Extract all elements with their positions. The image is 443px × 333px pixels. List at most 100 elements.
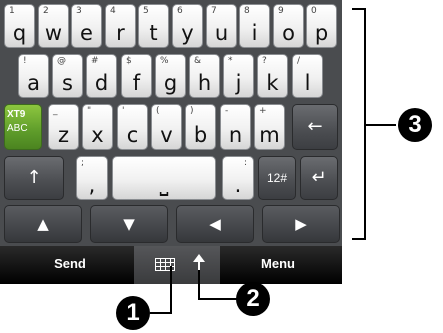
key-z[interactable]: _ z: [48, 104, 79, 150]
key-letter-label: y: [181, 21, 194, 45]
key-letter-label: l: [304, 71, 311, 95]
callout-1-vertical: [170, 266, 172, 314]
shift-key[interactable]: ↑: [4, 156, 64, 200]
arrow-left-key[interactable]: ◀: [176, 205, 254, 243]
key-a[interactable]: ! a: [18, 54, 49, 98]
period-label: .: [234, 173, 242, 197]
key-letter-label: w: [44, 21, 63, 45]
callout-1: 1: [116, 296, 150, 330]
number-toggle-key[interactable]: 12#: [258, 156, 296, 200]
comma-label: ,: [88, 173, 96, 197]
key-letter-label: f: [132, 71, 141, 95]
on-screen-keyboard: 1 q 2 w 3 e 4 r 5 t 6 y 7 u 8 i 9 o 0 p! a @ s # d $ f% g & h * j? k / l XT…: [0, 0, 342, 246]
key-c[interactable]: ' c: [117, 104, 148, 150]
key-letter-label: u: [214, 21, 229, 45]
space-icon: ⎵: [159, 172, 169, 197]
key-letter-label: v: [160, 123, 173, 147]
colon-period-key[interactable]: :.: [222, 156, 254, 200]
key-s[interactable]: @ s: [52, 54, 83, 98]
key-letter-label: m: [259, 123, 280, 147]
key-letter-label: q: [12, 21, 27, 45]
key-number-label: 2: [43, 6, 49, 16]
bracket-connector: [366, 124, 396, 126]
colon-label: :: [243, 158, 247, 168]
key-symbol-label: %: [160, 56, 169, 66]
key-letter-label: r: [116, 21, 125, 45]
key-symbol-label: !: [23, 56, 27, 66]
key-q[interactable]: 1q: [4, 4, 35, 48]
key-letter-label: e: [80, 21, 93, 45]
arrow-down-key[interactable]: ▼: [90, 205, 168, 243]
semicolon-comma-key[interactable]: ;,: [76, 156, 108, 200]
key-letter-label: d: [94, 71, 109, 95]
key-letter-label: c: [126, 123, 139, 147]
arrow-up-icon: ▲: [37, 215, 49, 233]
keyboard-icon[interactable]: [155, 258, 175, 271]
key-u[interactable]: 7u: [206, 4, 237, 48]
key-symbol-label: /: [297, 56, 301, 66]
key-h[interactable]: & h: [189, 54, 220, 98]
key-symbol-label: _: [53, 106, 58, 116]
space-key[interactable]: ⎵: [112, 156, 216, 200]
xt9-label: XT9: [7, 109, 26, 120]
key-f[interactable]: $ f: [121, 54, 152, 98]
key-m[interactable]: + m: [254, 104, 285, 150]
key-g[interactable]: % g: [155, 54, 186, 98]
key-number-label: 1: [9, 6, 15, 16]
key-symbol-label: +: [259, 106, 267, 116]
key-symbol-label: *: [228, 56, 233, 66]
key-number-label: 4: [110, 6, 116, 16]
key-number-label: 8: [244, 6, 250, 16]
key-number-label: 5: [143, 6, 149, 16]
key-j[interactable]: * j: [223, 54, 254, 98]
enter-key[interactable]: ↵: [300, 156, 338, 200]
input-panel-area: [134, 246, 220, 284]
key-y[interactable]: 6y: [172, 4, 203, 48]
key-o[interactable]: 9o: [273, 4, 304, 48]
key-k[interactable]: ? k: [257, 54, 288, 98]
shift-icon: ↑: [26, 167, 42, 188]
enter-icon: ↵: [311, 167, 327, 188]
callout-2: 2: [236, 282, 270, 316]
key-symbol-label: @: [57, 56, 66, 66]
callout-2-vertical: [198, 270, 200, 300]
bracket-bottom: [352, 238, 366, 240]
key-letter-label: a: [27, 71, 40, 95]
key-symbol-label: $: [126, 56, 132, 66]
abc-label: ABC: [7, 123, 28, 134]
key-i[interactable]: 8i: [239, 4, 270, 48]
key-symbol-label: &: [194, 56, 202, 66]
key-b[interactable]: ) b: [185, 104, 216, 150]
callout-2-horizontal: [198, 298, 238, 300]
key-letter-label: t: [149, 21, 158, 45]
key-x[interactable]: " x: [82, 104, 113, 150]
key-number-label: 6: [177, 6, 183, 16]
key-l[interactable]: / l: [292, 54, 323, 98]
key-letter-label: b: [193, 123, 208, 147]
key-symbol-label: -: [225, 106, 229, 116]
key-v[interactable]: (v: [151, 104, 182, 150]
key-number-label: 7: [211, 6, 217, 16]
key-t[interactable]: 5t: [138, 4, 169, 48]
send-softkey[interactable]: Send: [40, 256, 100, 271]
key-letter-label: j: [235, 71, 242, 95]
callout-1-horizontal: [150, 312, 172, 314]
key-r[interactable]: 4r: [105, 4, 136, 48]
key-symbol-label: #: [91, 56, 99, 66]
key-letter-label: x: [91, 123, 104, 147]
key-d[interactable]: # d: [86, 54, 117, 98]
arrow-right-icon: ▶: [295, 215, 307, 233]
key-e[interactable]: 3e: [71, 4, 102, 48]
key-w[interactable]: 2w: [38, 4, 69, 48]
arrow-up-key[interactable]: ▲: [4, 205, 82, 243]
key-p[interactable]: 0p: [306, 4, 337, 48]
menu-softkey[interactable]: Menu: [248, 256, 308, 271]
arrow-right-key[interactable]: ▶: [262, 205, 340, 243]
xt9-toggle-key[interactable]: XT9 ABC: [4, 104, 42, 150]
backspace-key[interactable]: ←: [292, 104, 338, 150]
key-n[interactable]: -n: [220, 104, 251, 150]
key-letter-label: g: [163, 71, 178, 95]
number-toggle-label: 12#: [266, 171, 288, 185]
callout-3: 3: [398, 108, 432, 142]
key-symbol-label: ?: [262, 56, 267, 66]
